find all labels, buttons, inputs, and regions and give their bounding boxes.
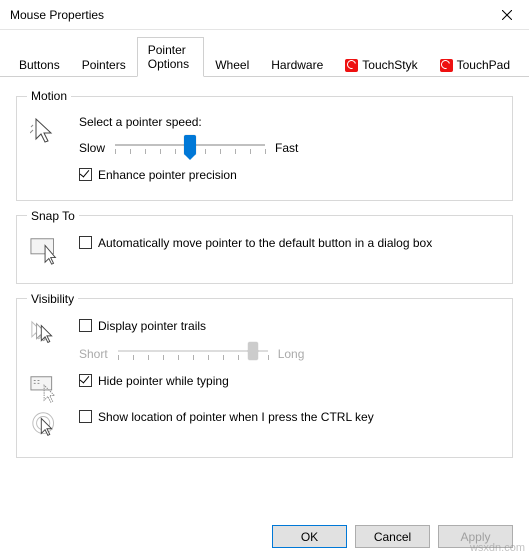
ctrl-locate-label: Show location of pointer when I press th…: [98, 409, 374, 426]
snap-to-checkbox[interactable]: [79, 236, 92, 249]
group-snap-to: Snap To Automatically move pointer to th…: [16, 209, 513, 284]
ctrl-locate-checkbox[interactable]: [79, 410, 92, 423]
group-visibility-legend: Visibility: [27, 292, 78, 306]
trails-short-label: Short: [79, 347, 108, 361]
tab-hardware[interactable]: Hardware: [260, 53, 334, 77]
ctrl-locate-icon: [30, 409, 62, 441]
title-bar: Mouse Properties: [0, 0, 529, 30]
tab-pointers[interactable]: Pointers: [71, 53, 137, 77]
apply-button: Apply: [438, 525, 513, 548]
tab-touchstyk[interactable]: TouchStyk: [334, 53, 428, 77]
enhance-precision-option[interactable]: Enhance pointer precision: [79, 167, 502, 184]
slider-slow-label: Slow: [79, 141, 105, 155]
enhance-precision-label: Enhance pointer precision: [98, 167, 237, 184]
tab-wheel[interactable]: Wheel: [204, 53, 260, 77]
pointer-speed-slider[interactable]: [115, 135, 265, 161]
tab-strip: Buttons Pointers Pointer Options Wheel H…: [0, 30, 529, 77]
tab-content: Motion Select a pointer speed: Slow Fast: [0, 77, 529, 458]
synaptics-icon: [440, 59, 453, 72]
cancel-button[interactable]: Cancel: [355, 525, 430, 548]
trails-long-label: Long: [278, 347, 305, 361]
ok-button[interactable]: OK: [272, 525, 347, 548]
pointer-speed-icon: [30, 115, 62, 147]
hide-while-typing-checkbox[interactable]: [79, 374, 92, 387]
slider-fast-label: Fast: [275, 141, 298, 155]
pointer-speed-label: Select a pointer speed:: [79, 115, 502, 129]
synaptics-icon: [345, 59, 358, 72]
dialog-buttons: OK Cancel Apply: [272, 525, 513, 548]
tab-pointer-options[interactable]: Pointer Options: [137, 37, 204, 77]
snap-to-icon: [30, 235, 62, 267]
snap-to-option[interactable]: Automatically move pointer to the defaul…: [79, 235, 502, 252]
snap-to-label: Automatically move pointer to the defaul…: [98, 235, 432, 252]
tab-buttons[interactable]: Buttons: [8, 53, 71, 77]
close-button[interactable]: [484, 0, 529, 30]
group-motion-legend: Motion: [27, 89, 71, 103]
close-icon: [502, 10, 512, 20]
enhance-precision-checkbox[interactable]: [79, 168, 92, 181]
hide-while-typing-label: Hide pointer while typing: [98, 373, 229, 390]
pointer-trails-label: Display pointer trails: [98, 318, 206, 335]
pointer-trails-icon: [30, 318, 62, 350]
pointer-trails-slider: [118, 341, 268, 367]
group-snap-to-legend: Snap To: [27, 209, 79, 223]
hide-while-typing-option[interactable]: Hide pointer while typing: [79, 373, 502, 390]
pointer-trails-checkbox[interactable]: [79, 319, 92, 332]
pointer-trails-option[interactable]: Display pointer trails: [79, 318, 502, 335]
group-motion: Motion Select a pointer speed: Slow Fast: [16, 89, 513, 201]
window-title: Mouse Properties: [10, 8, 104, 22]
hide-while-typing-icon: [30, 373, 62, 405]
tab-touchpad[interactable]: TouchPad: [429, 53, 521, 77]
group-visibility: Visibility Display pointer trails Short: [16, 292, 513, 458]
ctrl-locate-option[interactable]: Show location of pointer when I press th…: [79, 409, 502, 426]
